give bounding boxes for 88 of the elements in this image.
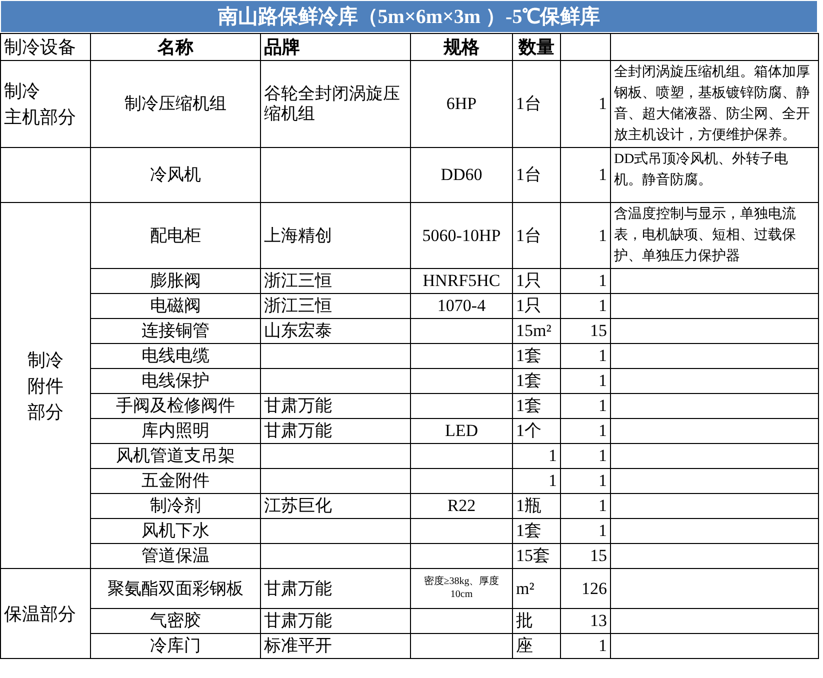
sheet-title: 南山路保鲜冷库（5m×6m×3m ）-5℃保鲜库 xyxy=(0,0,818,33)
table-cell: 1套 xyxy=(516,346,542,365)
table-cell: 1 xyxy=(598,471,607,490)
table-cell: 1台 xyxy=(516,165,542,184)
table-cell: 15套 xyxy=(516,546,550,565)
group-label: 主机部分 xyxy=(4,106,76,129)
table-cell: 1 xyxy=(598,446,607,465)
table-cell: 126 xyxy=(582,578,607,598)
table-cell: 连接铜管 xyxy=(142,321,210,340)
table-cell: 15m² xyxy=(516,321,552,340)
table-cell: 1 xyxy=(598,421,607,440)
table-cell: R22 xyxy=(447,496,476,515)
table-cell: 浙江三恒 xyxy=(264,271,332,290)
table-cell: 1 xyxy=(598,271,607,290)
table-cell: 膨胀阀 xyxy=(150,271,201,290)
table-cell: 5060-10HP xyxy=(422,226,501,244)
table-cell: 五金附件 xyxy=(142,471,210,490)
table-cell: 1只 xyxy=(516,296,542,315)
table-cell: 电磁阀 xyxy=(150,296,201,315)
table-cell-text: 密度≥38kg、厚度10cm xyxy=(422,575,500,601)
table-cell: 聚氨酯双面彩钢板 xyxy=(108,578,244,598)
table-cell: 15 xyxy=(590,546,607,565)
table-cell: 1 xyxy=(598,94,607,113)
table-cell: 1 xyxy=(598,496,607,515)
table-cell: 江苏巨化 xyxy=(264,496,332,515)
note-text: 全封闭涡旋压缩机组。箱体加厚钢板、喷塑，基板镀锌防腐、静音、超大储液器、防尘网、全开放主机设计，方便维护保养。 xyxy=(614,65,810,143)
table-cell: 1 xyxy=(598,226,607,244)
table-cell: 批 xyxy=(516,611,533,630)
table-cell: 座 xyxy=(516,636,533,655)
table-cell: 1 xyxy=(548,446,557,465)
table-cell: 风机下水 xyxy=(142,521,210,540)
table-cell: 库内照明 xyxy=(142,421,210,440)
group-label: 部分 xyxy=(28,400,64,424)
table-cell: 15 xyxy=(590,321,607,340)
table-cell: 1套 xyxy=(516,521,542,540)
table-cell: 1070-4 xyxy=(437,296,486,315)
table-cell: 制冷剂 xyxy=(150,496,201,515)
table-cell: 手阀及检修阀件 xyxy=(116,396,235,415)
table-cell: 制冷压缩机组 xyxy=(124,94,226,113)
table-cell: 甘肃万能 xyxy=(264,578,332,598)
header-cell: 品牌 xyxy=(260,34,410,60)
table-cell: LED xyxy=(444,421,478,440)
group-label: 附件 xyxy=(28,374,64,398)
table-cell: 1 xyxy=(598,521,607,540)
table-cell: 电线保护 xyxy=(142,371,210,390)
table-cell: 1台 xyxy=(516,226,542,244)
table-cell: 6HP xyxy=(446,94,477,113)
table-cell: 上海精创 xyxy=(264,226,332,244)
table-cell: 1个 xyxy=(516,421,542,440)
table-cell: 浙江三恒 xyxy=(264,296,332,315)
note-text: 含温度控制与显示，单独电流表，电机缺项、短相、过载保护、单独压力保护器 xyxy=(614,207,796,264)
table-cell: 1套 xyxy=(516,371,542,390)
table-cell: 甘肃万能 xyxy=(264,396,332,415)
table-cell: 甘肃万能 xyxy=(264,611,332,630)
table-cell: HNRF5HC xyxy=(422,271,500,290)
table-cell: 1 xyxy=(598,371,607,390)
header-cell: 数量 xyxy=(512,34,560,60)
table-cell: 1台 xyxy=(516,94,542,113)
table-cell: 谷轮全封闭涡旋压缩机组 xyxy=(264,84,400,123)
table-cell: 冷库门 xyxy=(150,636,201,655)
table-cell: DD60 xyxy=(440,165,482,184)
table-cell: 1套 xyxy=(516,396,542,415)
note-text: DD式吊顶冷风机、外转子电机。静音防腐。 xyxy=(614,152,788,188)
header-cell: 制冷设备 xyxy=(0,34,90,60)
table-cell: m² xyxy=(516,578,534,598)
table-cell: 甘肃万能 xyxy=(264,421,332,440)
table-cell: 1 xyxy=(598,165,607,184)
table-cell: 1 xyxy=(598,296,607,315)
table-cell: 配电柜 xyxy=(150,226,201,244)
group-label: 制冷 xyxy=(28,348,64,372)
table-cell: 管道保温 xyxy=(142,546,210,565)
table-cell: 1 xyxy=(598,346,607,365)
table-cell: 1 xyxy=(598,396,607,415)
table-cell: 13 xyxy=(590,611,607,630)
group-label: 制冷 xyxy=(4,80,40,103)
table-cell: 标准平开 xyxy=(264,636,332,655)
table-cell: 1只 xyxy=(516,271,542,290)
table-cell: 风机管道支吊架 xyxy=(116,446,235,465)
table-cell: 1瓶 xyxy=(516,496,542,515)
group-label: 保温部分 xyxy=(4,602,76,626)
header-cell: 名称 xyxy=(90,34,260,60)
table-cell: 1 xyxy=(598,636,607,655)
table-cell: 冷风机 xyxy=(150,165,201,184)
table-cell: 电线电缆 xyxy=(142,346,210,365)
table-cell: 气密胶 xyxy=(150,611,201,630)
table-cell: 1 xyxy=(548,471,557,490)
header-cell: 规格 xyxy=(410,34,512,60)
table-cell: 山东宏泰 xyxy=(264,321,332,340)
